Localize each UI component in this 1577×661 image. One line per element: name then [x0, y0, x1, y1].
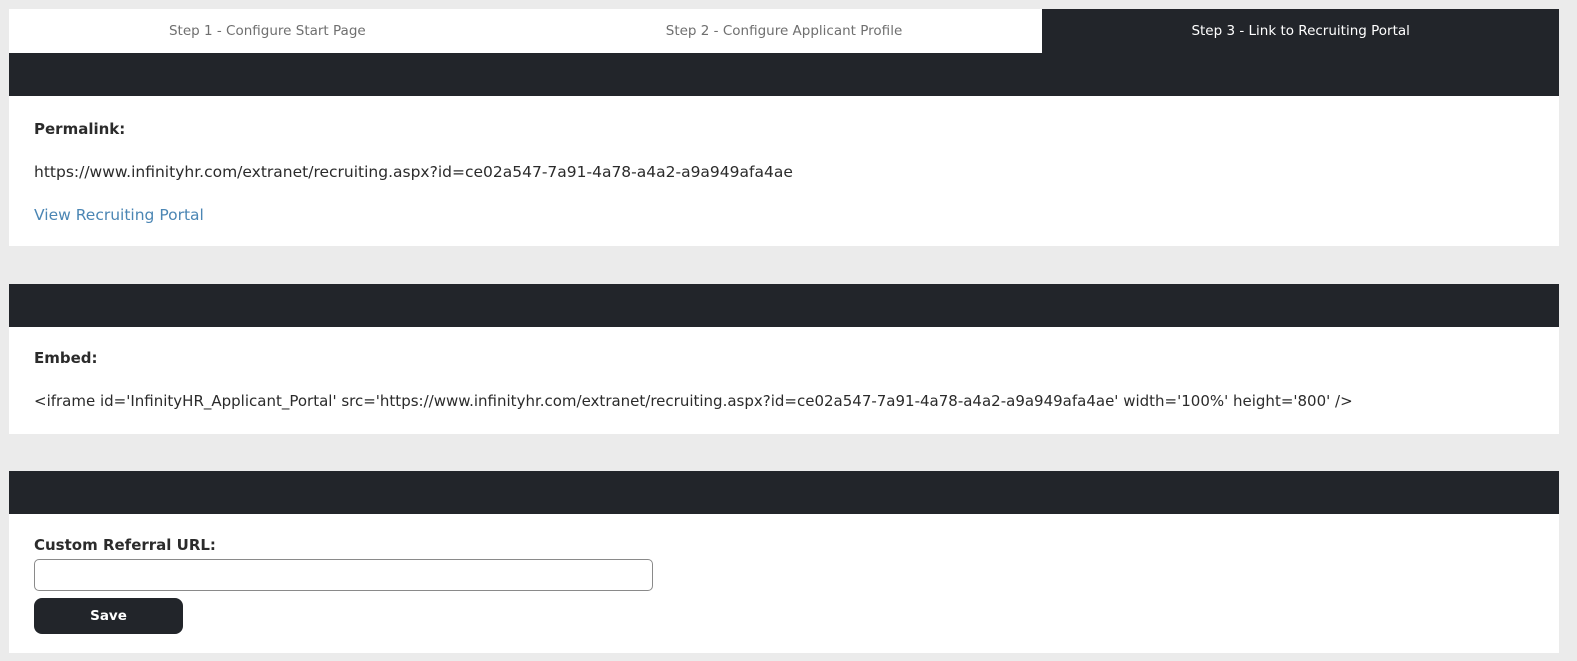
tab-step-1[interactable]: Step 1 - Configure Start Page: [9, 9, 526, 53]
step-tabs: Step 1 - Configure Start Page Step 2 - C…: [9, 9, 1560, 53]
section-gap: [9, 246, 1559, 284]
embed-header-bar: [9, 284, 1559, 327]
view-recruiting-portal-link[interactable]: View Recruiting Portal: [34, 206, 204, 224]
permalink-section: Permalink: https://www.infinityhr.com/ex…: [9, 96, 1559, 246]
permalink-header-bar: [9, 53, 1559, 96]
referral-header-bar: [9, 471, 1559, 514]
embed-label: Embed:: [34, 349, 98, 367]
custom-referral-url-input[interactable]: [34, 559, 653, 591]
save-button[interactable]: Save: [34, 598, 183, 634]
permalink-label: Permalink:: [34, 120, 126, 138]
referral-section: Custom Referral URL: Save: [9, 514, 1559, 653]
custom-referral-url-label: Custom Referral URL:: [34, 536, 216, 554]
tab-step-3[interactable]: Step 3 - Link to Recruiting Portal: [1042, 9, 1560, 53]
embed-section: Embed: <iframe id='InfinityHR_Applicant_…: [9, 327, 1559, 434]
tab-step-2[interactable]: Step 2 - Configure Applicant Profile: [526, 9, 1043, 53]
recruiting-portal-page: Step 1 - Configure Start Page Step 2 - C…: [9, 9, 1560, 653]
section-gap: [9, 434, 1559, 471]
permalink-url: https://www.infinityhr.com/extranet/recr…: [34, 163, 793, 181]
embed-code: <iframe id='InfinityHR_Applicant_Portal'…: [34, 392, 1353, 410]
